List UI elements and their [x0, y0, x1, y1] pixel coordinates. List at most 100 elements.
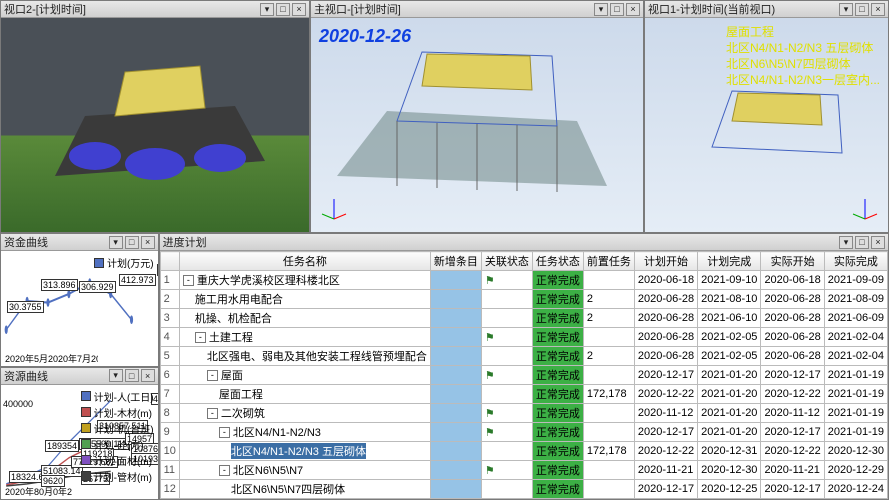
row-number: 3: [160, 309, 179, 328]
pin-icon[interactable]: ▾: [839, 236, 853, 249]
table-row[interactable]: 1-重庆大学虎溪校区理科楼北区⚑正常完成2020-06-182021-09-10…: [160, 271, 887, 290]
viewport-main-canvas[interactable]: 2020-12-26: [311, 18, 643, 232]
resource-curve-chart[interactable]: 400000 18324.63051083.1477629.6821893541…: [1, 385, 158, 500]
pred-cell: [583, 404, 634, 423]
pin-icon[interactable]: ▾: [260, 3, 274, 16]
pred-cell: 2: [583, 347, 634, 366]
tree-toggle[interactable]: -: [219, 465, 230, 476]
axis-gizmo-icon: [319, 194, 349, 224]
actend-cell: 2021-06-09: [824, 309, 887, 328]
pin-icon[interactable]: ▾: [109, 236, 123, 249]
table-row[interactable]: 3机操、机检配合正常完成22020-06-282021-06-102020-06…: [160, 309, 887, 328]
task-name: 机操、机检配合: [195, 310, 272, 326]
newitem-cell: [430, 385, 481, 404]
table-row[interactable]: 7屋面工程正常完成172,1782020-12-222021-01-202020…: [160, 385, 887, 404]
maximize-icon[interactable]: □: [125, 369, 139, 382]
task-name: 北区强电、弱电及其他安装工程线管预埋配合: [207, 348, 427, 364]
col-planend[interactable]: 计划完成: [698, 252, 761, 271]
status-cell: 正常完成: [532, 461, 583, 480]
reltype-cell: ⚑: [481, 423, 532, 442]
col-reltype[interactable]: 关联状态: [481, 252, 532, 271]
maximize-icon[interactable]: □: [855, 3, 869, 16]
status-cell: 正常完成: [532, 366, 583, 385]
close-icon[interactable]: ×: [141, 369, 155, 382]
reltype-cell: [481, 309, 532, 328]
resource-legend: 计划-人(工日)计划-木材(m)计划-机(台班)计划-砼(方)计划-面材(m)计…: [81, 389, 154, 485]
pin-icon[interactable]: ▾: [594, 3, 608, 16]
actend-cell: 2021-02-04: [824, 347, 887, 366]
axis-gizmo-icon: [850, 194, 880, 224]
actstart-cell: 2020-06-28: [761, 290, 824, 309]
row-number: 6: [160, 366, 179, 385]
planstart-cell: 2020-11-12: [634, 404, 697, 423]
close-icon[interactable]: ×: [871, 3, 885, 16]
close-icon[interactable]: ×: [626, 3, 640, 16]
status-cell: 正常完成: [532, 347, 583, 366]
actend-cell: 2020-12-29: [824, 461, 887, 480]
tree-toggle[interactable]: -: [183, 275, 194, 286]
table-row[interactable]: 11-北区N6\N5\N7⚑正常完成2020-11-212020-12-3020…: [160, 461, 887, 480]
maximize-icon[interactable]: □: [125, 236, 139, 249]
col-status[interactable]: 任务状态: [532, 252, 583, 271]
planend-cell: 2021-01-20: [698, 404, 761, 423]
tree-toggle[interactable]: -: [219, 427, 230, 438]
row-number: 8: [160, 404, 179, 423]
table-row[interactable]: 12北区N6\N5\N7四层砌体正常完成2020-12-172020-12-25…: [160, 480, 887, 499]
planend-cell: 2021-01-20: [698, 366, 761, 385]
planstart-cell: 2020-06-28: [634, 290, 697, 309]
close-icon[interactable]: ×: [141, 236, 155, 249]
maximize-icon[interactable]: □: [855, 236, 869, 249]
row-number: 5: [160, 347, 179, 366]
reltype-cell: ⚑: [481, 461, 532, 480]
actend-cell: 2021-01-19: [824, 385, 887, 404]
viewport-2-title: 视口2-[计划时间]: [4, 1, 86, 17]
table-row[interactable]: 2施工用水用电配合正常完成22020-06-282021-08-102020-0…: [160, 290, 887, 309]
viewport-2-canvas[interactable]: [1, 18, 309, 232]
fund-curve-title: 资金曲线: [4, 234, 48, 250]
tree-toggle[interactable]: -: [195, 332, 206, 343]
close-icon[interactable]: ×: [292, 3, 306, 16]
tree-toggle[interactable]: -: [207, 370, 218, 381]
fund-curve-chart[interactable]: 30.3755313.896306.929412.973550.26+12390…: [1, 251, 158, 366]
col-actend[interactable]: 实际完成: [824, 252, 887, 271]
col-planstart[interactable]: 计划开始: [634, 252, 697, 271]
actend-cell: 2020-12-24: [824, 480, 887, 499]
task-name: 重庆大学虎溪校区理科楼北区: [197, 272, 340, 288]
planend-cell: 2021-02-05: [698, 328, 761, 347]
table-row[interactable]: 6-屋面⚑正常完成2020-12-172021-01-202020-12-172…: [160, 366, 887, 385]
table-row[interactable]: 9-北区N4/N1-N2/N3⚑正常完成2020-12-172021-01-20…: [160, 423, 887, 442]
pred-cell: [583, 461, 634, 480]
schedule-table-scroll[interactable]: 任务名称 新增条目 关联状态 任务状态 前置任务 计划开始 计划完成 实际开始 …: [160, 251, 888, 499]
maximize-icon[interactable]: □: [276, 3, 290, 16]
newitem-cell: [430, 404, 481, 423]
table-row[interactable]: 10北区N4/N1-N2/N3 五层砌体正常完成172,1782020-12-2…: [160, 442, 887, 461]
status-cell: 正常完成: [532, 423, 583, 442]
task-name: 北区N6\N5\N7: [233, 462, 303, 478]
col-pred[interactable]: 前置任务: [583, 252, 634, 271]
pred-cell: 172,178: [583, 442, 634, 461]
close-icon[interactable]: ×: [871, 236, 885, 249]
planend-cell: 2021-01-20: [698, 423, 761, 442]
tree-toggle[interactable]: -: [207, 408, 218, 419]
planstart-cell: 2020-11-21: [634, 461, 697, 480]
pred-cell: [583, 328, 634, 347]
table-row[interactable]: 4-土建工程⚑正常完成2020-06-282021-02-052020-06-2…: [160, 328, 887, 347]
actstart-cell: 2020-12-17: [761, 366, 824, 385]
viewport-1-canvas[interactable]: 屋面工程北区N4/N1-N2/N3 五层砌体北区N6\N5\N7四层砌体北区N4…: [645, 18, 888, 232]
reltype-cell: [481, 290, 532, 309]
row-number: 11: [160, 461, 179, 480]
col-taskname[interactable]: 任务名称: [179, 252, 430, 271]
newitem-cell: [430, 309, 481, 328]
maximize-icon[interactable]: □: [610, 3, 624, 16]
table-row[interactable]: 8-二次砌筑⚑正常完成2020-11-122021-01-202020-11-1…: [160, 404, 887, 423]
pred-cell: 2: [583, 290, 634, 309]
planstart-cell: 2020-12-22: [634, 385, 697, 404]
col-actstart[interactable]: 实际开始: [761, 252, 824, 271]
pin-icon[interactable]: ▾: [839, 3, 853, 16]
table-row[interactable]: 5 北区强电、弱电及其他安装工程线管预埋配合 正常完成22020-06-28 2021…: [160, 347, 887, 366]
planstart-cell: 2020-12-17: [634, 366, 697, 385]
col-newitem[interactable]: 新增条目: [430, 252, 481, 271]
planstart-cell: 2020-06-28: [634, 347, 697, 366]
status-cell: 正常完成: [532, 290, 583, 309]
pin-icon[interactable]: ▾: [109, 369, 123, 382]
